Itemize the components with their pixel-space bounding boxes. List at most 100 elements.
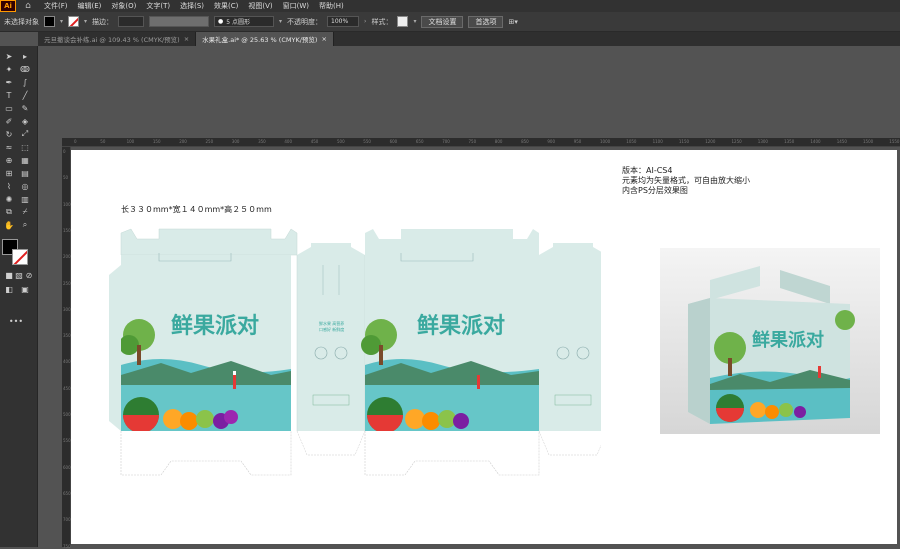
none-mode-icon[interactable]: ⊘ — [23, 270, 35, 280]
ruler-tick-label: 800 — [494, 139, 503, 144]
stroke-color-icon[interactable] — [12, 249, 28, 265]
zoom-tool-icon[interactable]: ⌕ — [19, 220, 31, 230]
ruler-tick-label: 400 — [284, 139, 293, 144]
eraser-icon[interactable]: ◈ — [19, 116, 31, 126]
stroke-label: 描边： — [92, 17, 114, 26]
document-setup-button[interactable]: 文档设置 — [421, 15, 464, 28]
box-mockup-image: 鲜果派对 — [660, 248, 880, 434]
curvature-tool-icon[interactable]: ∫ — [19, 77, 31, 87]
ruler-tick-label: 150 — [63, 227, 71, 233]
side-text-2: 口感好 新鲜度 — [319, 326, 344, 332]
control-bar: 未选择对象 ▾ ▾ 描边： ● 5 点圆形 ▾ 不透明度： 100% › 样式：… — [0, 12, 900, 32]
magic-wand-icon[interactable]: ✦ — [3, 64, 15, 74]
chevron-down-icon[interactable]: ▾ — [60, 18, 63, 25]
menu-window[interactable]: 窗口(W) — [283, 1, 309, 11]
more-tools-icon[interactable]: ••• — [9, 316, 23, 326]
brush-definition[interactable]: ● 5 点圆形 — [214, 16, 275, 27]
rectangle-tool-icon[interactable]: ▭ — [3, 103, 15, 113]
selection-status: 未选择对象 — [4, 17, 39, 26]
side-panel-left: 鲜水果 高营养 口感好 新鲜度 — [296, 243, 366, 456]
eyedropper-icon[interactable]: ⌇ — [3, 181, 15, 191]
menu-edit[interactable]: 编辑(E) — [78, 1, 102, 11]
mesh-tool-icon[interactable]: ⊞ — [3, 168, 15, 178]
ruler-tick-label: 1150 — [678, 139, 690, 144]
preferences-button[interactable]: 首选项 — [468, 15, 504, 28]
menu-select[interactable]: 选择(S) — [180, 1, 204, 11]
lasso-icon[interactable]: ↂ — [19, 64, 31, 74]
variable-width-profile[interactable] — [149, 16, 210, 27]
ruler-tick-label: 850 — [521, 139, 529, 144]
ruler-tick-label: 700 — [442, 139, 450, 144]
close-icon[interactable]: × — [184, 35, 189, 43]
shape-builder-icon[interactable]: ⊕ — [3, 155, 15, 165]
ruler-tick-label: 550 — [63, 438, 71, 444]
scale-tool-icon[interactable]: ⤢ — [19, 129, 31, 139]
symbol-sprayer-icon[interactable]: ✺ — [3, 194, 15, 204]
ruler-tick-label: 400 — [63, 359, 71, 365]
stroke-swatch[interactable] — [68, 16, 80, 27]
gradient-tool-icon[interactable]: ▤ — [19, 168, 31, 178]
horizontal-ruler: 0 50 100 150 200 250 300 350 400 450 500 550 600 650 7… — [62, 138, 900, 147]
close-icon[interactable]: × — [321, 35, 326, 43]
home-icon[interactable]: ⌂ — [22, 0, 34, 12]
style-label: 样式： — [371, 17, 393, 26]
ruler-tick-label: 1400 — [810, 139, 821, 144]
box-title-text: 鲜果派对 — [417, 314, 505, 339]
ruler-tick-label: 350 — [63, 333, 71, 339]
stroke-weight-field[interactable] — [118, 16, 145, 27]
draw-mode-icon[interactable]: ◧ — [3, 284, 15, 294]
rotate-tool-icon[interactable]: ↻ — [3, 129, 15, 139]
box-dieline: 鲜果派对 鲜水果 高营养 口感好 新鲜度 鲜果派对 — [109, 228, 601, 476]
menu-file[interactable]: 文件(F) — [44, 1, 68, 11]
ruler-tick-label: 900 — [547, 139, 556, 144]
ruler-tick-label: 1200 — [705, 139, 716, 144]
ruler-tick-label: 750 — [468, 139, 477, 144]
menu-object[interactable]: 对象(O) — [111, 1, 136, 11]
front-panel-left: 鲜果派对 — [119, 228, 298, 433]
menu-effect[interactable]: 效果(C) — [214, 1, 238, 11]
chevron-down-icon[interactable]: ▾ — [279, 18, 282, 25]
direct-selection-tool-icon[interactable]: ▸ — [19, 51, 31, 61]
shaper-tool-icon[interactable]: ✐ — [3, 116, 15, 126]
app-logo: Ai — [0, 0, 16, 12]
ruler-tick-label: 1350 — [784, 139, 795, 144]
chevron-right-icon[interactable]: › — [364, 18, 366, 25]
ruler-tick-label: 1500 — [863, 139, 874, 144]
box-title-text: 鲜果派对 — [171, 314, 259, 339]
ruler-tick-label: 600 — [63, 464, 71, 470]
ruler-tick-label: 0 — [63, 149, 66, 154]
perspective-grid-icon[interactable]: ▦ — [19, 155, 31, 165]
menu-help[interactable]: 帮助(H) — [319, 1, 344, 11]
menu-type[interactable]: 文字(T) — [146, 1, 170, 11]
artboard[interactable]: 版本：AI-CS4 元素均为矢量格式，可自由放大缩小 内含PS分层效果图 长３３… — [71, 150, 897, 544]
artboard-tool-icon[interactable]: ⧉ — [3, 207, 15, 217]
line-tool-icon[interactable]: ╱ — [19, 90, 31, 100]
chevron-down-icon[interactable]: ▾ — [413, 18, 416, 25]
ruler-tick-label: 100 — [126, 139, 135, 144]
ruler-tick-label: 150 — [152, 139, 161, 144]
menu-view[interactable]: 视图(V) — [248, 1, 272, 11]
selection-tool-icon[interactable]: ➤ — [3, 51, 15, 61]
tab-document-1[interactable]: 元旦撤谈会补练.ai @ 109.43 % (CMYK/预览) × — [38, 32, 197, 46]
version-line: 版本：AI-CS4 — [622, 166, 673, 175]
opacity-label: 不透明度： — [287, 17, 323, 26]
type-tool-icon[interactable]: T — [3, 90, 15, 100]
opacity-field[interactable]: 100% — [327, 16, 360, 27]
ruler-tick-label: 500 — [337, 139, 345, 144]
graph-tool-icon[interactable]: ▥ — [19, 194, 31, 204]
screen-mode-icon[interactable]: ▣ — [19, 284, 31, 294]
slice-tool-icon[interactable]: ⌿ — [19, 207, 31, 217]
free-transform-icon[interactable]: ⬚ — [19, 142, 31, 152]
pen-tool-icon[interactable]: ✒ — [3, 77, 15, 87]
paintbrush-icon[interactable]: ✎ — [19, 103, 31, 113]
style-swatch[interactable] — [397, 16, 409, 27]
hand-tool-icon[interactable]: ✋ — [3, 220, 15, 230]
chevron-down-icon[interactable]: ▾ — [84, 18, 87, 25]
blend-tool-icon[interactable]: ◎ — [19, 181, 31, 191]
tools-panel: ➤ ▸ ✦ ↂ ✒ ∫ T ╱ ▭ ✎ ✐ ◈ ↻ ⤢ ≈ ⬚ ⊕ ▦ ⊞ ▤ … — [0, 46, 38, 547]
fill-swatch[interactable] — [44, 16, 55, 27]
tab-document-2[interactable]: 水果礼盒.ai* @ 25.63 % (CMYK/预览) × — [196, 32, 334, 46]
arrange-icon[interactable]: ⊞▾ — [508, 18, 517, 26]
ruler-tick-label: 250 — [63, 280, 71, 286]
warp-tool-icon[interactable]: ≈ — [3, 142, 15, 152]
